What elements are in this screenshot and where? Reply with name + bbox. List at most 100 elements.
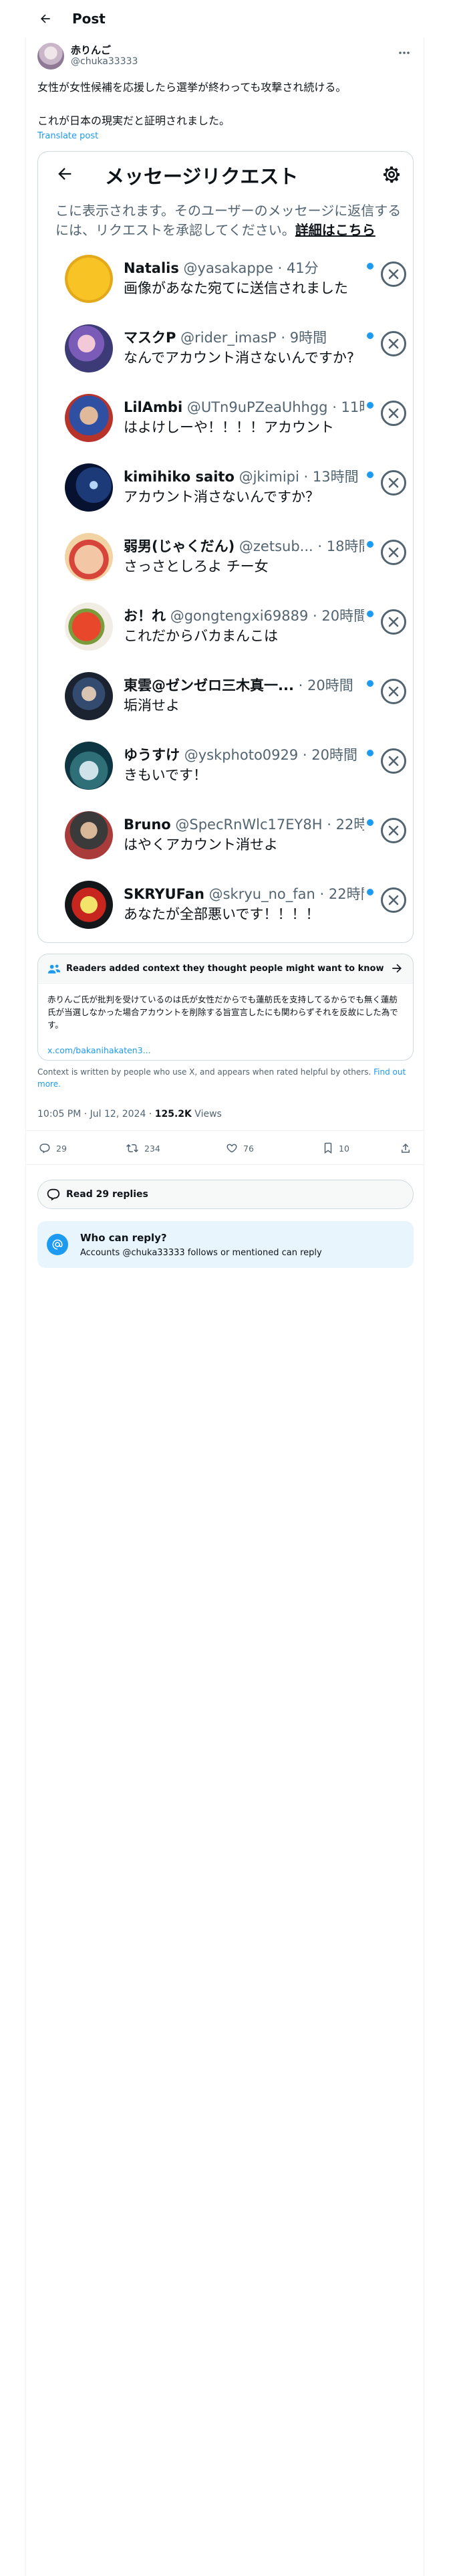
avatar	[65, 603, 113, 651]
reply-button[interactable]: 29	[39, 1142, 67, 1155]
back-button[interactable]	[32, 5, 59, 32]
message-preview: さっさとしろよ チー女	[124, 558, 269, 574]
avatar	[65, 533, 113, 581]
community-note-link[interactable]: x.com/bakanihakaten3...	[47, 1045, 151, 1055]
avatar	[65, 394, 113, 442]
unread-dot	[367, 680, 373, 687]
request-time: 20時間	[321, 608, 364, 624]
at-sign-icon	[47, 1234, 68, 1255]
arrow-left-icon	[58, 168, 71, 180]
message-request-row[interactable]: マスクP @rider_imasP · 9時間なんでアカウント消さないんですか?	[38, 316, 413, 385]
sender-name: kimihiko saito	[124, 469, 235, 485]
request-header: Bruno @SpecRnWlc17EY8H · 22時間	[124, 814, 364, 834]
avatar	[65, 811, 113, 859]
close-icon	[388, 895, 399, 905]
message-preview: はよけしーや！！！！アカウント	[124, 419, 334, 435]
message-request-row[interactable]: ゆうすけ @yskphoto0929 · 20時間 きもいです！	[38, 734, 413, 802]
avatar	[65, 672, 113, 720]
dismiss-button	[381, 679, 406, 704]
share-button[interactable]	[400, 1142, 417, 1155]
request-time: 18時間	[326, 538, 364, 554]
reply-count: 29	[56, 1143, 67, 1154]
dismiss-button	[381, 401, 406, 426]
who-can-reply-subtitle: Accounts @chuka33333 follows or mentione…	[80, 1248, 322, 1258]
message-request-row[interactable]: kimihiko saito @jkimipi · 13時間 アカウント消さないん…	[38, 455, 413, 524]
unread-dot	[367, 402, 373, 409]
top-bar: Post	[25, 0, 424, 37]
dm-title: メッセージリクエスト	[105, 165, 299, 188]
request-header: 東雲@ゼンゼロ三木真一... · 20時間	[124, 677, 353, 693]
community-note-heading: Readers added context they thought peopl…	[66, 964, 384, 974]
message-request-row[interactable]: SKRYUFan @skryu_no_fan · 22時間あなたが全部悪いです！…	[38, 873, 413, 941]
unread-dot	[367, 611, 373, 617]
bookmark-button[interactable]: 10	[323, 1142, 349, 1155]
dm-header: メッセージリクエスト	[38, 152, 413, 196]
sender-handle: @yasakappe	[183, 260, 273, 276]
gear-icon	[384, 167, 400, 183]
footer-text: Context is written by people who use X, …	[37, 1067, 371, 1077]
repost-button[interactable]: 234	[126, 1142, 160, 1155]
community-note-body: 赤りんご氏が批判を受けているのは氏が女性だからでも蓮舫氏を支持してるからでも無く…	[47, 994, 398, 1030]
request-header: ゆうすけ @yskphoto0929 · 20時間	[124, 747, 357, 763]
sender-handle: @skryu_no_fan	[208, 886, 315, 902]
translate-link[interactable]: Translate post	[37, 131, 98, 141]
read-replies-label: Read 29 replies	[66, 1189, 148, 1200]
dismiss-button	[381, 748, 406, 774]
avatar[interactable]	[37, 43, 64, 70]
message-request-row[interactable]: 東雲@ゼンゼロ三木真一... · 20時間 垢消せよ	[38, 664, 413, 732]
sender-name: 東雲@ゼンゼロ三木真一...	[124, 677, 294, 693]
dismiss-button	[381, 609, 406, 635]
message-request-row[interactable]: Bruno @SpecRnWlc17EY8H · 22時間はやくアカウント消せよ	[38, 803, 413, 871]
sender-handle: @zetsub...	[239, 538, 313, 554]
message-request-row[interactable]: Natalis @yasakappe · 41分 画像があなた宛てに送信されました	[38, 247, 413, 315]
request-time: 11時間	[341, 399, 364, 415]
message-preview: 垢消せよ	[124, 697, 180, 714]
repost-icon	[126, 1144, 138, 1153]
post-line: これが日本の現実だと証明されました。	[37, 114, 231, 127]
post-image[interactable]: メッセージリクエスト こに表示されます。そのユーザーのメッセージに返信するには、…	[37, 151, 414, 943]
message-request-row[interactable]: LilAmbi @UTn9uPZeaUhhgg · 11時間はよけしーや！！！！…	[38, 386, 413, 454]
sender-name: 弱男(じゃくだん)	[124, 538, 235, 554]
close-icon	[388, 825, 399, 836]
unread-dot	[367, 332, 373, 339]
request-time: 20時間	[311, 747, 357, 763]
avatar	[65, 324, 113, 372]
post-datetime[interactable]: 10:05 PM · Jul 12, 2024 ·	[37, 1109, 155, 1119]
close-icon	[388, 269, 399, 280]
more-options-button[interactable]	[394, 43, 414, 63]
sender-name: Bruno	[124, 817, 171, 833]
sender-handle: @SpecRnWlc17EY8H	[175, 817, 323, 833]
close-icon	[388, 547, 399, 558]
sender-handle: @yskphoto0929	[184, 747, 299, 763]
sender-name: SKRYUFan	[124, 886, 204, 902]
sender-name: マスクP	[124, 330, 176, 346]
community-note-header[interactable]: Readers added context they thought peopl…	[38, 954, 413, 984]
dismiss-button	[381, 887, 406, 913]
read-replies-button[interactable]: Read 29 replies	[37, 1180, 414, 1209]
arrow-left-icon	[41, 14, 50, 23]
request-header: マスクP @rider_imasP · 9時間	[124, 330, 327, 346]
request-time: 20時間	[307, 677, 353, 693]
message-preview: なんでアカウント消さないんですか?	[124, 350, 355, 366]
message-preview: きもいです！	[124, 767, 207, 783]
action-bar: 29 234 76 10	[25, 1130, 424, 1165]
message-preview: これだからバカまんこは	[124, 628, 278, 644]
views-label: Views	[191, 1109, 222, 1119]
author-handle[interactable]: @chuka33333	[71, 56, 138, 67]
request-header: SKRYUFan @skryu_no_fan · 22時間	[124, 883, 364, 903]
unread-dot	[367, 889, 373, 895]
repost-count: 234	[144, 1143, 160, 1154]
sender-name: ゆうすけ	[124, 747, 180, 763]
close-icon	[388, 408, 399, 419]
community-note: Readers added context they thought peopl…	[37, 954, 414, 1061]
arrow-right-icon	[392, 964, 402, 973]
close-icon	[388, 338, 399, 349]
message-request-row[interactable]: お！れ @gongtengxi69889 · 20時間 これだからバカまんこは	[38, 595, 413, 663]
message-request-row[interactable]: 弱男(じゃくだん) @zetsub... · 18時間さっさとしろよ チー女	[38, 525, 413, 593]
views-count: 125.2K	[154, 1109, 192, 1119]
post-line: 女性が女性候補を応援したら選挙が終わっても攻撃され続ける。	[37, 81, 347, 94]
author-name[interactable]: 赤りんご	[71, 43, 111, 57]
unread-dot	[367, 471, 373, 478]
like-button[interactable]: 76	[226, 1142, 254, 1155]
more-icon	[399, 51, 410, 54]
